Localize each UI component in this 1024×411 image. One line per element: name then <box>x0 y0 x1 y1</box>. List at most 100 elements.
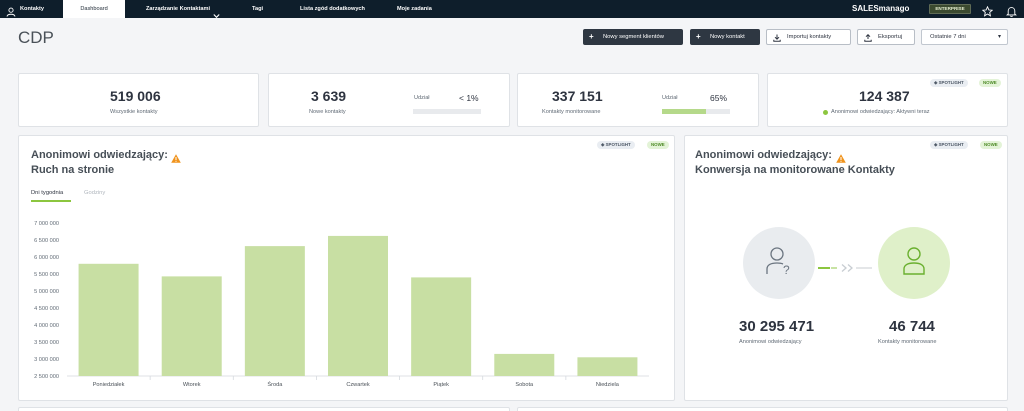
y-tick-label: 6 500 000 <box>34 238 59 244</box>
stat-caption: Kontakty monitorowane <box>542 109 601 115</box>
star-icon[interactable] <box>981 4 994 17</box>
x-tick-label: Czwartek <box>346 382 370 388</box>
import-contacts-button[interactable]: Importuj kontakty <box>766 29 851 45</box>
page-title: CDP <box>18 28 54 47</box>
y-tick-label: 7 000 000 <box>34 221 59 227</box>
y-tick-label: 6 000 000 <box>34 255 59 261</box>
stat-card-monitored: 337 151 Kontakty monitorowane Udział 65% <box>517 73 759 127</box>
brand-logo: SALESmanago <box>852 4 910 13</box>
tab-hours[interactable]: Godziny <box>84 190 105 196</box>
upload-icon <box>864 33 872 47</box>
spotlight-badge: ◈ SPOTLIGHT <box>597 141 635 149</box>
spotlight-badge: ◈ SPOTLIGHT <box>930 79 968 87</box>
nav-item-moje-zadania[interactable]: Moje zadania <box>397 0 432 18</box>
chevron-down-icon[interactable] <box>213 6 220 19</box>
x-tick-label: Niedziela <box>596 382 620 388</box>
panel-title-line1: Anonimowi odwiedzający: <box>31 149 168 161</box>
new-segment-label: Nowy segment klientów <box>603 34 664 40</box>
share-bar-fill <box>662 109 707 114</box>
x-tick-label: Środa <box>267 380 283 388</box>
chart-bar <box>161 276 222 376</box>
panel-title-line2: Ruch na stronie <box>31 164 115 176</box>
new-badge: NOWE <box>980 141 1002 149</box>
y-tick-label: 2 500 000 <box>34 374 59 380</box>
chart-bar <box>577 357 638 376</box>
panel-title-line2: Konwersja na monitorowane Kontakty <box>695 164 895 176</box>
monitored-contact-icon <box>878 227 950 299</box>
export-label: Eksportuj <box>878 34 903 40</box>
tab-days[interactable]: Dni tygodnia <box>31 190 63 196</box>
anonymous-visitor-icon: ? <box>743 227 815 299</box>
x-tick-label: Piątek <box>433 382 449 388</box>
traffic-panel: ◈ SPOTLIGHT NOWE Anonimowi odwiedzający:… <box>18 135 675 401</box>
stat-caption: Nowe kontakty <box>309 109 346 115</box>
stat-value: 124 387 <box>859 88 910 104</box>
chart-bar <box>411 277 472 376</box>
conversion-connector <box>818 260 878 272</box>
monitored-contacts-caption: Kontakty monitorowane <box>878 339 937 345</box>
bottom-card-left <box>18 407 510 411</box>
nav-item-lista-zgod[interactable]: Lista zgód dodatkowych <box>300 0 365 18</box>
user-icon[interactable] <box>6 4 16 17</box>
nav-item-zarzadzanie[interactable]: Zarządzanie Kontaktami <box>146 0 210 18</box>
anonymous-visitors-value: 30 295 471 <box>739 318 815 335</box>
share-value: < 1% <box>459 93 479 103</box>
chevron-down-icon: ▾ <box>997 34 1001 40</box>
new-contact-button[interactable]: + Nowy kontakt <box>690 29 760 45</box>
share-bar <box>413 109 481 114</box>
import-contacts-label: Importuj kontakty <box>787 34 832 40</box>
live-dot-icon <box>823 110 828 115</box>
share-bar <box>662 109 730 114</box>
period-value: Ostatnie 7 dni <box>930 34 966 40</box>
chart-bar <box>78 263 139 376</box>
traffic-bar-chart: 2 500 000 3 000 000 3 500 000 4 000 000 4 50… <box>34 221 649 388</box>
nav-item-kontakty[interactable]: Kontakty <box>20 0 44 18</box>
new-segment-button[interactable]: + Nowy segment klientów <box>583 29 683 45</box>
new-badge: NOWE <box>979 79 1001 87</box>
x-tick-label: Sobota <box>515 382 534 388</box>
anonymous-visitors-caption: Anonimowi odwiedzający <box>739 339 802 345</box>
x-tick-label: Wtorek <box>183 382 201 388</box>
bottom-card-right <box>517 407 1008 411</box>
stat-card-new-contacts: 3 639 Nowe kontakty Udział < 1% <box>268 73 510 127</box>
svg-text:?: ? <box>783 263 790 277</box>
x-tick-label: Poniedziałek <box>93 382 125 388</box>
stat-card-active-now: ◈ SPOTLIGHT NOWE 124 387 Anonimowi odwie… <box>767 73 1008 127</box>
y-tick-label: 3 500 000 <box>34 340 59 346</box>
active-tab-indicator <box>31 200 71 202</box>
panel-title-line1: Anonimowi odwiedzający: <box>695 149 832 161</box>
warning-icon <box>836 150 846 163</box>
new-contact-label: Nowy kontakt <box>710 34 745 40</box>
monitored-contacts-value: 46 744 <box>889 318 935 335</box>
plan-badge: ENTERPRISE <box>929 4 971 14</box>
download-icon <box>773 33 781 47</box>
y-tick-label: 5 000 000 <box>34 289 59 295</box>
top-navigation: Kontakty Dashboard Zarządzanie Kontaktam… <box>0 0 1024 19</box>
stat-card-all-contacts: 519 006 Wszystkie kontakty <box>18 73 259 127</box>
export-button[interactable]: Eksportuj <box>857 29 915 45</box>
y-tick-label: 4 000 000 <box>34 323 59 329</box>
chart-bar <box>494 353 555 376</box>
stat-caption: Wszystkie kontakty <box>110 109 158 115</box>
stat-value: 337 151 <box>552 88 603 104</box>
share-label: Udział <box>662 95 678 101</box>
nav-item-dashboard[interactable]: Dashboard <box>63 0 125 18</box>
spotlight-badge: ◈ SPOTLIGHT <box>930 141 968 149</box>
bell-icon[interactable] <box>1006 4 1017 17</box>
plus-icon: + <box>696 32 701 41</box>
stat-value: 3 639 <box>311 88 347 104</box>
y-tick-label: 4 500 000 <box>34 306 59 312</box>
stat-caption: Anonimowi odwiedzający: Aktywni teraz <box>831 109 930 115</box>
y-tick-label: 5 500 000 <box>34 272 59 278</box>
chart-bar <box>244 246 305 376</box>
chart-bar <box>328 235 388 376</box>
warning-icon <box>171 150 181 163</box>
plus-icon: + <box>589 32 594 41</box>
conversion-panel: ◈ SPOTLIGHT NOWE Anonimowi odwiedzający:… <box>684 135 1008 401</box>
share-label: Udział <box>414 95 430 101</box>
nav-item-tagi[interactable]: Tagi <box>252 0 263 18</box>
new-badge: NOWE <box>647 141 669 149</box>
stat-value: 519 006 <box>110 88 161 104</box>
period-select[interactable]: Ostatnie 7 dni ▾ <box>921 29 1008 45</box>
y-tick-label: 3 000 000 <box>34 357 59 363</box>
